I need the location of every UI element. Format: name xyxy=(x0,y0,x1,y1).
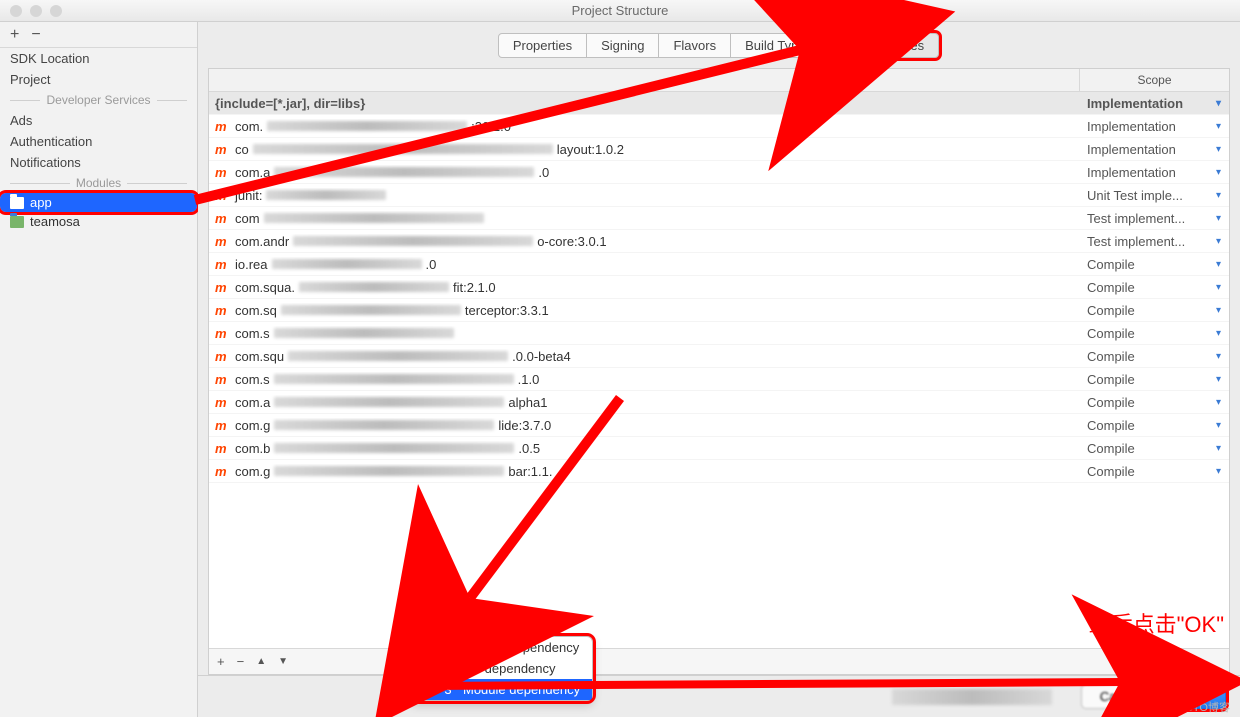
table-row[interactable]: mcom.glide:3.7.0Compile▾ xyxy=(209,414,1229,437)
maven-icon: m xyxy=(215,372,231,387)
tab-properties[interactable]: Properties xyxy=(498,33,587,58)
folder-icon xyxy=(10,197,24,209)
annotation-ok: 最后点击"OK" xyxy=(1089,607,1224,639)
maven-icon: m xyxy=(215,418,231,433)
move-up-icon[interactable]: ▲ xyxy=(256,656,266,667)
table-row[interactable]: mcolayout:1.0.2Implementation▾ xyxy=(209,138,1229,161)
module-label: teamosa xyxy=(30,214,80,229)
chevron-down-icon[interactable]: ▾ xyxy=(1216,144,1221,155)
table-row[interactable]: mcom.squ.0.0-beta4Compile▾ xyxy=(209,345,1229,368)
dialog-buttons: Cancel OK xyxy=(198,675,1240,717)
tabbar: Properties Signing Flavors Build Types D… xyxy=(198,22,1240,58)
sidebar: + − SDK Location Project Developer Servi… xyxy=(0,22,198,717)
maven-icon: m xyxy=(215,326,231,341)
maven-icon: m xyxy=(215,211,231,226)
maven-icon: m xyxy=(215,142,231,157)
chevron-down-icon[interactable]: ▾ xyxy=(1216,351,1221,362)
add-icon[interactable]: + xyxy=(10,26,19,44)
maven-icon: m xyxy=(215,349,231,364)
module-label: app xyxy=(30,195,52,210)
chevron-down-icon[interactable]: ▾ xyxy=(1216,121,1221,132)
table-row[interactable]: mcomTest implement...▾ xyxy=(209,207,1229,230)
chevron-down-icon[interactable]: ▾ xyxy=(1216,282,1221,293)
sidebar-sep-modules: Modules xyxy=(0,173,197,193)
add-dependency-icon[interactable]: + xyxy=(217,654,225,669)
sidebar-tree: SDK Location Project Developer Services … xyxy=(0,48,197,237)
maven-icon: m xyxy=(215,119,231,134)
panel-toolbar: + − ▲ ▼ xyxy=(209,648,1229,674)
tab-dependencies[interactable]: Dependencies xyxy=(826,33,939,58)
sidebar-item-notifications[interactable]: Notifications xyxy=(0,152,197,173)
maven-icon: m xyxy=(215,234,231,249)
sidebar-item-auth[interactable]: Authentication xyxy=(0,131,197,152)
maven-icon: m xyxy=(215,464,231,479)
maven-icon: m xyxy=(215,441,231,456)
sidebar-item-sdk[interactable]: SDK Location xyxy=(0,48,197,69)
add-dependency-menu[interactable]: m1Library dependency2Jar dependency3Modu… xyxy=(410,636,593,701)
titlebar: Project Structure xyxy=(0,0,1240,22)
table-row[interactable]: mcom.:26.1.0Implementation▾ xyxy=(209,115,1229,138)
table-row[interactable]: mio.rea.0Compile▾ xyxy=(209,253,1229,276)
table-row[interactable]: mcom.b.0.5Compile▾ xyxy=(209,437,1229,460)
maven-icon: m xyxy=(215,303,231,318)
table-row[interactable]: mcom.s.1.0Compile▾ xyxy=(209,368,1229,391)
chevron-down-icon[interactable]: ▾ xyxy=(1216,466,1221,477)
maven-icon: m xyxy=(215,395,231,410)
obscured-area xyxy=(892,689,1052,705)
maven-icon: m xyxy=(215,188,231,203)
col-dep xyxy=(209,69,1079,91)
cancel-button[interactable]: Cancel xyxy=(1081,684,1159,709)
sidebar-toolbar: + − xyxy=(0,22,197,48)
folder-icon xyxy=(419,684,433,696)
chevron-down-icon[interactable]: ▾ xyxy=(1216,374,1221,385)
dependencies-list[interactable]: {include=[*.jar], dir=libs}Implementatio… xyxy=(209,92,1229,648)
remove-icon[interactable]: − xyxy=(31,26,40,44)
col-scope: Scope xyxy=(1079,69,1229,91)
table-row[interactable]: mcom.squa.fit:2.1.0Compile▾ xyxy=(209,276,1229,299)
table-header: Scope xyxy=(209,69,1229,92)
table-row[interactable]: mcom.sqterceptor:3.3.1Compile▾ xyxy=(209,299,1229,322)
watermark: @51CTO博客 xyxy=(1162,699,1230,715)
maven-icon: m xyxy=(419,640,435,655)
menu-item-jar-dependency[interactable]: 2Jar dependency xyxy=(411,658,592,679)
sidebar-sep-devservices: Developer Services xyxy=(0,90,197,110)
chevron-down-icon[interactable]: ▾ xyxy=(1216,397,1221,408)
main-panel: Properties Signing Flavors Build Types D… xyxy=(198,22,1240,717)
menu-item-module-dependency[interactable]: 3Module dependency xyxy=(411,679,592,700)
tab-signing[interactable]: Signing xyxy=(586,33,659,58)
move-down-icon[interactable]: ▼ xyxy=(278,656,288,667)
chevron-down-icon[interactable]: ▾ xyxy=(1216,420,1221,431)
menu-item-library-dependency[interactable]: m1Library dependency xyxy=(411,637,592,658)
chevron-down-icon[interactable]: ▾ xyxy=(1216,443,1221,454)
dependencies-panel: Scope {include=[*.jar], dir=libs}Impleme… xyxy=(208,68,1230,675)
maven-icon: m xyxy=(215,280,231,295)
chevron-down-icon[interactable]: ▾ xyxy=(1216,305,1221,316)
maven-icon: m xyxy=(215,165,231,180)
sidebar-item-ads[interactable]: Ads xyxy=(0,110,197,131)
chevron-down-icon[interactable]: ▾ xyxy=(1216,236,1221,247)
chevron-down-icon[interactable]: ▾ xyxy=(1216,328,1221,339)
maven-icon: m xyxy=(215,257,231,272)
table-row[interactable]: {include=[*.jar], dir=libs}Implementatio… xyxy=(209,92,1229,115)
folder-icon xyxy=(10,216,24,228)
table-row[interactable]: mjunit:Unit Test imple...▾ xyxy=(209,184,1229,207)
chevron-down-icon[interactable]: ▾ xyxy=(1216,190,1221,201)
table-row[interactable]: mcom.a.0Implementation▾ xyxy=(209,161,1229,184)
table-row[interactable]: mcom.sCompile▾ xyxy=(209,322,1229,345)
tab-buildtypes[interactable]: Build Types xyxy=(730,33,827,58)
table-row[interactable]: mcom.gbar:1.1.Compile▾ xyxy=(209,460,1229,483)
table-row[interactable]: mcom.andro-core:3.0.1Test implement...▾ xyxy=(209,230,1229,253)
chevron-down-icon[interactable]: ▾ xyxy=(1216,213,1221,224)
tab-flavors[interactable]: Flavors xyxy=(658,33,731,58)
chevron-down-icon[interactable]: ▾ xyxy=(1216,167,1221,178)
folder-icon xyxy=(419,663,433,675)
sidebar-module-app[interactable]: app xyxy=(0,193,197,212)
window-title: Project Structure xyxy=(0,3,1240,18)
sidebar-module-teamosa[interactable]: teamosa xyxy=(0,212,197,231)
sidebar-item-project[interactable]: Project xyxy=(0,69,197,90)
remove-dependency-icon[interactable]: − xyxy=(237,654,245,669)
chevron-down-icon[interactable]: ▾ xyxy=(1216,259,1221,270)
table-row[interactable]: mcom.aalpha1Compile▾ xyxy=(209,391,1229,414)
